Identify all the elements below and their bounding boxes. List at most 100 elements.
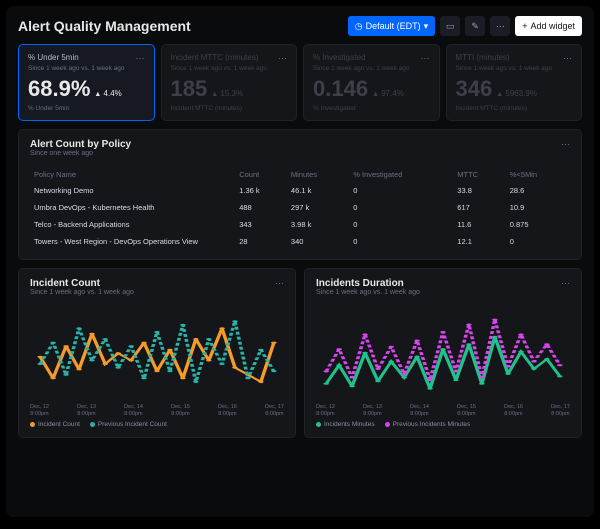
- metric-card-3[interactable]: MTTI (minutes)⋯ Since 1 week ago vs. 1 w…: [446, 44, 583, 121]
- metric-delta: ▲ 5963.9%: [496, 89, 537, 98]
- chart-point: [219, 327, 225, 329]
- metric-menu[interactable]: ⋯: [136, 53, 145, 64]
- table-cell: 12.1: [453, 233, 505, 250]
- chart-point: [219, 363, 225, 365]
- table-row[interactable]: Umbra DevOps - Kubernetes Health488297 k…: [30, 199, 570, 216]
- chart-point: [414, 340, 420, 342]
- policy-table: Policy NameCountMinutes% InvestigatedMTT…: [30, 167, 570, 250]
- metric-card-1[interactable]: Incident MTTC (minutes)⋯ Since 1 week ag…: [161, 44, 298, 121]
- header-actions: ◷ Default (EDT) ▾ ▭ ✎ ⋯ + Add widget: [348, 16, 582, 36]
- metric-card-0[interactable]: % Under 5min⋯ Since 1 week ago vs. 1 wee…: [18, 44, 155, 121]
- legend-item: Incident Count: [30, 421, 80, 428]
- chart-point: [193, 338, 199, 340]
- chart-point: [505, 373, 511, 375]
- chart-point: [453, 379, 459, 381]
- x-tick: Dec, 138:00pm: [77, 404, 96, 417]
- page-title: Alert Quality Management: [18, 18, 191, 34]
- x-tick: Dec, 158:00pm: [171, 404, 190, 417]
- metric-menu[interactable]: ⋯: [278, 53, 287, 64]
- timezone-button[interactable]: ◷ Default (EDT) ▾: [348, 16, 435, 36]
- metric-value: 68.9%: [28, 76, 90, 102]
- legend-label: Previous Incidents Minutes: [393, 421, 471, 428]
- chart-point: [37, 356, 43, 358]
- legend-item: Previous Incidents Minutes: [385, 421, 471, 428]
- chart-point: [258, 381, 264, 383]
- chart-point: [440, 331, 446, 333]
- chart-point: [388, 346, 394, 348]
- legend-swatch: [385, 422, 390, 427]
- chart-panel-0: Incident Count Since 1 week ago vs. 1 we…: [18, 268, 296, 438]
- column-header: Count: [235, 167, 287, 182]
- chart-legend: Incidents Minutes Previous Incidents Minu…: [316, 421, 570, 428]
- chart-panel-1: Incidents Duration Since 1 week ago vs. …: [304, 268, 582, 438]
- x-tick: Dec, 138:00pm: [363, 404, 382, 417]
- legend-item: Incidents Minutes: [316, 421, 375, 428]
- chart-point: [271, 370, 277, 372]
- table-cell: 28: [235, 233, 287, 250]
- add-widget-button[interactable]: + Add widget: [515, 16, 582, 36]
- chart-point: [479, 376, 485, 378]
- x-tick: Dec, 178:00pm: [265, 404, 284, 417]
- metric-card-2[interactable]: % Investigated⋯ Since 1 week ago vs. 1 w…: [303, 44, 440, 121]
- chart-point: [50, 377, 56, 379]
- chart-point: [557, 375, 563, 377]
- tv-icon: ▭: [446, 21, 455, 32]
- plus-icon: +: [522, 21, 527, 31]
- chart-point: [37, 363, 43, 365]
- column-header: %<5Min: [506, 167, 570, 182]
- chart-body: [316, 306, 570, 401]
- chart-point: [323, 370, 329, 372]
- chart-point: [76, 368, 82, 370]
- metric-delta: ▲ 4.4%: [94, 89, 121, 98]
- metric-menu[interactable]: ⋯: [421, 53, 430, 64]
- chart-point: [63, 374, 69, 376]
- chart-point: [479, 383, 485, 385]
- legend-swatch: [30, 422, 35, 427]
- table-cell: 0: [349, 233, 453, 250]
- table-cell: Umbra DevOps - Kubernetes Health: [30, 199, 235, 216]
- chart-point: [375, 380, 381, 382]
- chart-point: [466, 324, 472, 326]
- edit-button[interactable]: ✎: [465, 16, 485, 36]
- chart-point: [232, 367, 238, 369]
- chart-point: [544, 358, 550, 360]
- chart-point: [167, 349, 173, 351]
- chart-point: [362, 333, 368, 335]
- metric-value: 185: [171, 76, 208, 102]
- legend-swatch: [90, 422, 95, 427]
- table-cell: 33.8: [453, 182, 505, 199]
- x-tick: Dec, 158:00pm: [457, 404, 476, 417]
- metric-delta: ▲ 97.4%: [372, 89, 404, 98]
- chart-point: [427, 379, 433, 381]
- table-cell: 10.9: [506, 199, 570, 216]
- table-row[interactable]: Telco - Backend Applications3433.98 k011…: [30, 216, 570, 233]
- metric-footer: Incident MTTC (minutes): [171, 105, 288, 112]
- table-row[interactable]: Towers - West Region - DevOps Operations…: [30, 233, 570, 250]
- policy-panel-title: Alert Count by Policy: [30, 139, 131, 150]
- metric-value: 0.146: [313, 76, 368, 102]
- chart-point: [180, 324, 186, 326]
- chart-point: [154, 331, 160, 333]
- chart-point: [167, 370, 173, 372]
- chart-menu[interactable]: ⋯: [275, 278, 284, 304]
- dots-icon: ⋯: [496, 21, 505, 32]
- chart-point: [141, 342, 147, 344]
- x-tick: Dec, 128:00pm: [30, 404, 49, 417]
- tv-icon-button[interactable]: ▭: [440, 16, 460, 36]
- table-cell: 0: [506, 233, 570, 250]
- policy-panel-menu[interactable]: ⋯: [561, 139, 570, 165]
- legend-label: Incident Count: [38, 421, 80, 428]
- chart-line: [326, 337, 560, 389]
- metric-footer: Incident MTTC (minutes): [456, 105, 573, 112]
- chart-menu[interactable]: ⋯: [561, 278, 570, 304]
- chart-point: [518, 333, 524, 335]
- metric-subtitle: Since 1 week ago vs. 1 week ago: [456, 65, 573, 72]
- chart-point: [388, 360, 394, 362]
- legend-item: Previous Incident Count: [90, 421, 167, 428]
- table-row[interactable]: Networking Demo1.36 k46.1 k033.828.6: [30, 182, 570, 199]
- metric-menu[interactable]: ⋯: [563, 53, 572, 64]
- more-button[interactable]: ⋯: [490, 16, 510, 36]
- table-cell: 0: [349, 199, 453, 216]
- table-cell: 343: [235, 216, 287, 233]
- metric-delta: ▲ 15.3%: [211, 89, 243, 98]
